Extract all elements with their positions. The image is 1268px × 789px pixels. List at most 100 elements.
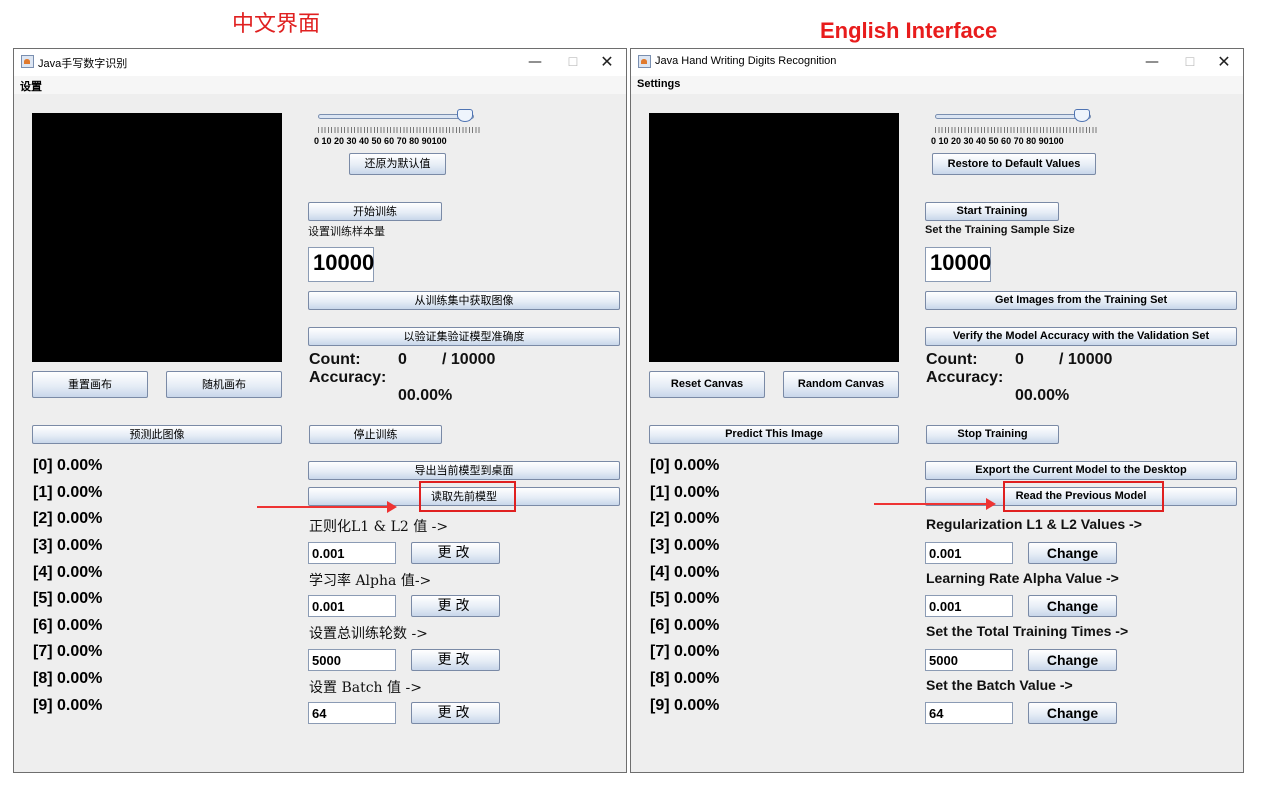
count-total: / 10000 [442, 351, 496, 368]
slider-labels: 0 10 20 30 40 50 60 70 80 90100 [314, 136, 447, 146]
stop-training-button[interactable]: Stop Training [926, 425, 1059, 444]
probability-1: [1] 0.00% [650, 484, 720, 501]
count-label: Count: [926, 351, 978, 368]
reset-canvas-button[interactable]: Reset Canvas [649, 371, 765, 398]
export-model-button[interactable]: Export the Current Model to the Desktop [925, 461, 1237, 480]
regularization-input[interactable]: 0.001 [308, 542, 396, 564]
menu-bar: Settings [631, 76, 1243, 94]
probability-9: [9] 0.00% [650, 697, 720, 714]
epochs-change-button[interactable]: 更改 [411, 649, 500, 671]
drawing-canvas[interactable] [32, 113, 282, 362]
title-bar[interactable]: Java Hand Writing Digits Recognition — ☐… [631, 49, 1243, 76]
probability-8: [8] 0.00% [33, 670, 103, 687]
menu-settings[interactable]: Settings [637, 78, 680, 90]
accuracy-label: Accuracy: [309, 369, 387, 386]
regularization-label: Regularization L1 & L2 Values -> [926, 516, 1142, 532]
caption-english-interface: English Interface [820, 18, 998, 43]
caption-chinese-interface: 中文界面 [232, 12, 321, 37]
highlight-box [1003, 481, 1164, 512]
batch-input[interactable]: 64 [308, 702, 396, 724]
start-training-button[interactable]: 开始训练 [308, 202, 442, 221]
red-arrow-pointer [257, 501, 397, 513]
batch-label: Set the Batch Value -> [926, 677, 1073, 693]
slider-ticks [318, 127, 482, 133]
probability-7: [7] 0.00% [650, 643, 720, 660]
probability-3: [3] 0.00% [650, 537, 720, 554]
probability-5: [5] 0.00% [650, 590, 720, 607]
restore-default-button[interactable]: 还原为默认值 [349, 153, 446, 175]
batch-change-button[interactable]: 更改 [411, 702, 500, 724]
window-chinese: Java手写数字识别 — ☐ ✕ 设置 0 10 20 30 40 50 60 … [13, 48, 627, 773]
sample-size-input[interactable]: 10000 [308, 247, 374, 282]
maximize-icon[interactable]: ☐ [1175, 51, 1205, 73]
epochs-input[interactable]: 5000 [925, 649, 1013, 671]
menu-bar: 设置 [14, 76, 626, 94]
learning-rate-input[interactable]: 0.001 [308, 595, 396, 617]
accuracy-label: Accuracy: [926, 369, 1004, 386]
count-label: Count: [309, 351, 361, 368]
java-cup-icon [21, 55, 34, 68]
close-icon[interactable]: ✕ [1209, 51, 1239, 73]
slider-track[interactable] [935, 114, 1091, 119]
probability-4: [4] 0.00% [33, 564, 103, 581]
regularization-label: 正则化L1 & L2 值 -> [309, 519, 449, 535]
probability-0: [0] 0.00% [33, 457, 103, 474]
epochs-change-button[interactable]: Change [1028, 649, 1117, 671]
regularization-input[interactable]: 0.001 [925, 542, 1013, 564]
stop-training-button[interactable]: 停止训练 [309, 425, 442, 444]
random-canvas-button[interactable]: 随机画布 [166, 371, 282, 398]
title-bar[interactable]: Java手写数字识别 — ☐ ✕ [14, 49, 626, 76]
probability-5: [5] 0.00% [33, 590, 103, 607]
slider-thumb[interactable] [457, 109, 473, 122]
regularization-change-button[interactable]: Change [1028, 542, 1117, 564]
count-value: 0 [398, 351, 407, 368]
reset-canvas-button[interactable]: 重置画布 [32, 371, 148, 398]
drawing-canvas[interactable] [649, 113, 899, 362]
maximize-icon[interactable]: ☐ [558, 51, 588, 73]
learning-rate-label: 学习率 Alpha 值-> [309, 573, 432, 589]
highlight-box [419, 481, 516, 512]
accuracy-value: 00.00% [1015, 387, 1070, 404]
regularization-change-button[interactable]: 更改 [411, 542, 500, 564]
start-training-button[interactable]: Start Training [925, 202, 1059, 221]
batch-label: 设置 Batch 值 -> [309, 680, 422, 696]
probability-8: [8] 0.00% [650, 670, 720, 687]
restore-default-button[interactable]: Restore to Default Values [932, 153, 1096, 175]
minimize-icon[interactable]: — [520, 51, 550, 73]
verify-accuracy-button[interactable]: Verify the Model Accuracy with the Valid… [925, 327, 1237, 346]
probability-1: [1] 0.00% [33, 484, 103, 501]
java-cup-icon [638, 55, 651, 68]
get-images-button[interactable]: Get Images from the Training Set [925, 291, 1237, 310]
epochs-label: 设置总训练轮数 -> [309, 626, 428, 642]
get-images-button[interactable]: 从训练集中获取图像 [308, 291, 620, 310]
sample-size-input[interactable]: 10000 [925, 247, 991, 282]
count-value: 0 [1015, 351, 1024, 368]
minimize-icon[interactable]: — [1137, 51, 1167, 73]
export-model-button[interactable]: 导出当前模型到桌面 [308, 461, 620, 480]
red-arrow-pointer [874, 498, 996, 510]
probability-9: [9] 0.00% [33, 697, 103, 714]
probability-0: [0] 0.00% [650, 457, 720, 474]
slider-ticks [935, 127, 1099, 133]
batch-change-button[interactable]: Change [1028, 702, 1117, 724]
probability-7: [7] 0.00% [33, 643, 103, 660]
predict-image-button[interactable]: 预测此图像 [32, 425, 282, 444]
probability-2: [2] 0.00% [650, 510, 720, 527]
menu-settings[interactable]: 设置 [20, 78, 42, 94]
verify-accuracy-button[interactable]: 以验证集验证模型准确度 [308, 327, 620, 346]
epochs-input[interactable]: 5000 [308, 649, 396, 671]
learning-rate-change-button[interactable]: 更改 [411, 595, 500, 617]
slider-track[interactable] [318, 114, 474, 119]
slider-thumb[interactable] [1074, 109, 1090, 122]
random-canvas-button[interactable]: Random Canvas [783, 371, 899, 398]
batch-input[interactable]: 64 [925, 702, 1013, 724]
learning-rate-label: Learning Rate Alpha Value -> [926, 570, 1119, 586]
learning-rate-input[interactable]: 0.001 [925, 595, 1013, 617]
count-total: / 10000 [1059, 351, 1113, 368]
probability-2: [2] 0.00% [33, 510, 103, 527]
window-title: Java Hand Writing Digits Recognition [655, 55, 837, 67]
predict-image-button[interactable]: Predict This Image [649, 425, 899, 444]
close-icon[interactable]: ✕ [592, 51, 622, 73]
probability-6: [6] 0.00% [650, 617, 720, 634]
learning-rate-change-button[interactable]: Change [1028, 595, 1117, 617]
